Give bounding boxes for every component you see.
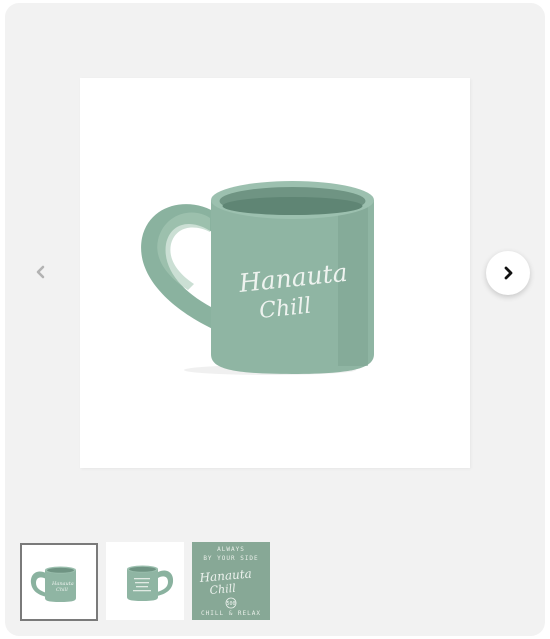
chevron-left-icon [36,265,45,279]
thumbnail-3-seal-number: 500 [226,601,235,607]
chevron-right-icon [504,266,513,280]
thumbnail-mug-back [127,565,174,601]
thumbnail-3-caption-bottom: CHILL & RELAX [201,610,261,617]
thumbnail-3[interactable]: ALWAYS BY YOUR SIDE Hanauta Chill 500 CH… [192,542,270,620]
main-product-image[interactable]: Hanauta Chill [80,78,470,468]
mug-illustration: Hanauta Chill [141,181,374,375]
previous-image-button[interactable] [19,250,63,294]
next-image-button[interactable] [486,251,530,295]
thumbnail-1-logo-line2: Chill [56,587,68,593]
thumbnail-1[interactable]: Hanauta Chill [20,543,98,621]
product-image-gallery: Hanauta Chill Hanauta Chill ALWAYS BY YO… [5,3,545,636]
thumbnail-2[interactable] [106,542,184,620]
thumbnail-logo-graphic: Hanauta Chill 500 [198,566,252,609]
thumbnail-mug-front: Hanauta Chill [30,566,76,602]
thumbnail-3-logo-line2: Chill [209,582,237,597]
